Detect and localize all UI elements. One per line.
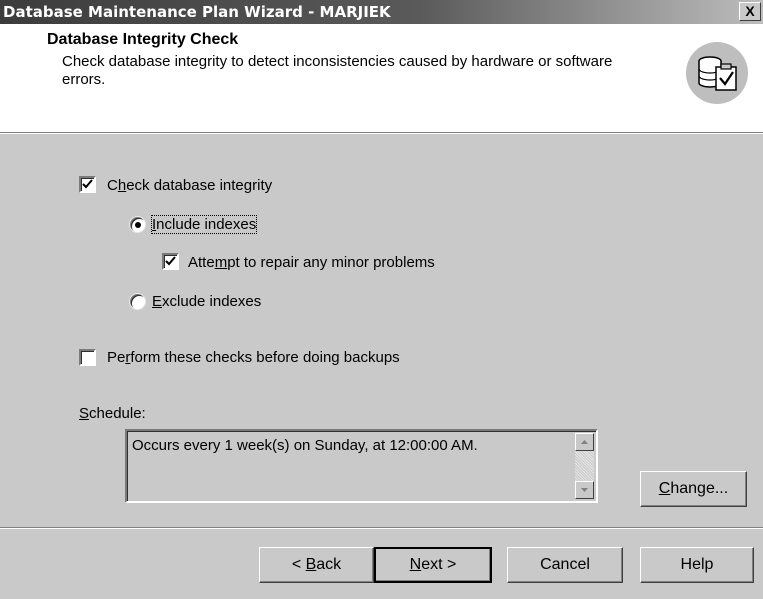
change-button[interactable]: Change... [640, 471, 747, 507]
schedule-scrollbar[interactable] [575, 433, 594, 499]
include-indexes-label[interactable]: Include indexes [150, 215, 258, 234]
arrow-up-icon [581, 440, 588, 444]
scroll-up-button[interactable] [575, 433, 594, 451]
header-divider [0, 133, 763, 134]
scroll-down-button[interactable] [575, 481, 594, 499]
before-backups-label[interactable]: Perform these checks before doing backup… [107, 349, 400, 366]
next-button[interactable]: Next > [374, 547, 492, 583]
page-description: Check database integrity to detect incon… [62, 53, 613, 88]
database-check-icon [686, 42, 748, 104]
back-button[interactable]: < Back [259, 547, 374, 583]
checkmark-icon [165, 256, 176, 266]
checkmark-icon [82, 179, 93, 189]
schedule-label: Schedule: [79, 405, 146, 422]
arrow-down-icon [581, 488, 588, 492]
title-bar[interactable]: Database Maintenance Plan Wizard - MARJI… [0, 0, 763, 24]
schedule-textbox[interactable]: Occurs every 1 week(s) on Sunday, at 12:… [125, 429, 598, 503]
include-indexes-radio[interactable] [129, 216, 146, 233]
schedule-text: Occurs every 1 week(s) on Sunday, at 12:… [132, 437, 478, 454]
exclude-indexes-radio[interactable] [129, 293, 146, 310]
close-icon: X [745, 3, 755, 19]
close-button[interactable]: X [739, 2, 761, 21]
cancel-button[interactable]: Cancel [507, 547, 623, 583]
footer-divider-highlight [0, 528, 763, 529]
page-title: Database Integrity Check [47, 31, 239, 48]
exclude-indexes-label[interactable]: Exclude indexes [152, 293, 261, 310]
attempt-repair-checkbox[interactable] [162, 253, 179, 270]
window-title: Database Maintenance Plan Wizard - MARJI… [3, 3, 391, 21]
radio-dot-icon [135, 222, 141, 228]
before-backups-checkbox[interactable] [79, 349, 96, 366]
check-integrity-checkbox[interactable] [79, 176, 96, 193]
attempt-repair-label[interactable]: Attempt to repair any minor problems [188, 254, 435, 271]
wizard-window: Database Maintenance Plan Wizard - MARJI… [0, 0, 763, 599]
help-button[interactable]: Help [640, 547, 754, 583]
check-integrity-label[interactable]: Check database integrity [107, 177, 272, 194]
